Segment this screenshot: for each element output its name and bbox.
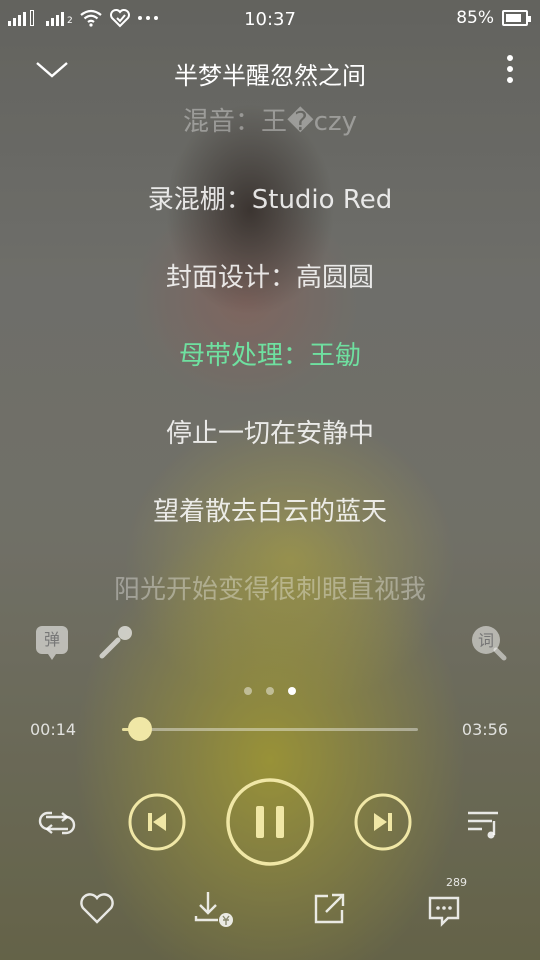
progress-thumb[interactable] <box>127 717 152 741</box>
lyric-line: 阳光开始变得很刺眼直视我 <box>113 575 426 605</box>
lyric-search-button[interactable]: 词 <box>468 622 508 662</box>
lyric-line-current: 母带处理：王勄 <box>178 341 361 371</box>
player-header: 半梦半醒忽然之间 <box>0 44 540 96</box>
page-dot-active[interactable] <box>288 687 296 695</box>
lyric-line: 录混棚：Studio Red <box>147 185 393 215</box>
comment-icon <box>428 896 460 927</box>
lyric-line: 混音：王�czy <box>183 107 357 137</box>
danmu-bubble-tail-icon <box>48 654 56 660</box>
lyric-search-label: 词 <box>477 631 494 650</box>
comment-count: 289 <box>446 876 467 889</box>
lyric-line: 封面设计：高圆圆 <box>165 263 374 293</box>
comment-button[interactable]: 289 <box>424 876 468 930</box>
playlist-icon[interactable] <box>464 803 504 843</box>
lyrics-view[interactable]: 混音：王�czy 录混棚：Studio Red 封面设计：高圆圆 母带处理：王勄… <box>0 100 540 646</box>
battery-percent: 85% <box>456 8 494 28</box>
danmu-button[interactable]: 弹 <box>34 622 74 662</box>
skip-next-icon[interactable] <box>354 793 412 851</box>
song-title: 半梦半醒忽然之间 <box>174 62 366 90</box>
pause-icon[interactable] <box>225 777 315 867</box>
progress-slider[interactable] <box>122 717 418 741</box>
battery-level <box>506 14 522 22</box>
vertical-dots-icon[interactable] <box>500 52 520 88</box>
repeat-icon[interactable] <box>36 803 78 843</box>
skip-previous-icon[interactable] <box>128 793 186 851</box>
page-indicator <box>0 687 540 695</box>
heart-icon[interactable] <box>75 886 119 930</box>
lyric-line: 停止一切在安静中 <box>165 419 374 449</box>
status-right: 85% <box>456 8 531 28</box>
page-dot[interactable] <box>266 687 274 695</box>
current-time: 00:14 <box>30 720 77 739</box>
lyric-line: 望着散去白云的蓝天 <box>152 497 387 527</box>
share-icon[interactable] <box>308 886 352 930</box>
total-time: 03:56 <box>461 720 508 739</box>
battery-icon <box>502 10 531 26</box>
microphone-icon[interactable] <box>96 622 136 662</box>
status-bar: 2 10:37 85% <box>0 0 540 38</box>
download-icon[interactable] <box>192 886 236 930</box>
page-dot[interactable] <box>244 687 252 695</box>
